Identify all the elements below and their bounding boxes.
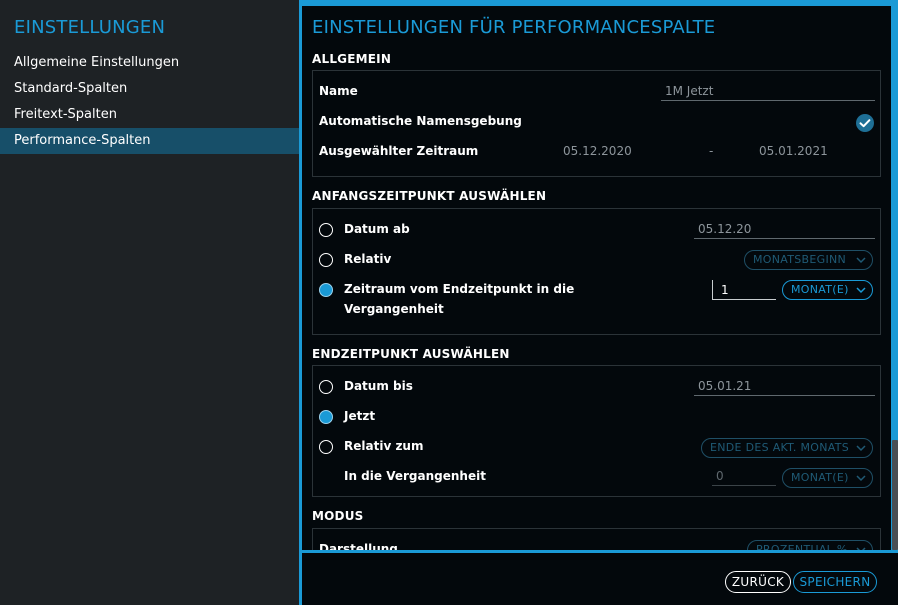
sidebar-item-allgemeine-einstellungen[interactable]: Allgemeine Einstellungen (0, 50, 299, 76)
selected-range-label: Ausgewählter Zeitraum (319, 144, 479, 158)
save-button[interactable]: SPEICHERN (793, 571, 877, 593)
range-from-value: 05.12.2020 (563, 144, 632, 158)
check-icon (859, 119, 871, 128)
zeitraum-value-input[interactable]: 1 (712, 280, 776, 300)
relativ-label: Relativ (344, 252, 392, 266)
settings-sidebar: EINSTELLUNGEN Allgemeine Einstellungen S… (0, 0, 299, 605)
auto-naming-checkbox[interactable] (856, 114, 874, 132)
relativ-zum-select[interactable]: ENDE DES AKT. MONATS (701, 438, 873, 458)
zeitraum-unit-select[interactable]: MONAT(E) (782, 280, 873, 300)
group-endzeitpunkt: Datum bis 05.01.21 Jetzt Relativ zum END… (312, 365, 881, 497)
chevron-down-icon (856, 257, 866, 264)
radio-jetzt[interactable] (319, 410, 333, 424)
jetzt-label: Jetzt (344, 409, 376, 423)
group-allgemein: Name 1M Jetzt Automatische Namensgebung … (312, 70, 881, 177)
datum-bis-label: Datum bis (344, 379, 413, 393)
radio-zeitraum[interactable] (319, 283, 333, 297)
datum-ab-label: Datum ab (344, 222, 410, 236)
auto-naming-label: Automatische Namensgebung (319, 114, 522, 128)
sidebar-item-freitext-spalten[interactable]: Freitext-Spalten (0, 102, 299, 128)
name-label: Name (319, 84, 358, 98)
radio-relativ[interactable] (319, 253, 333, 267)
zeitraum-unit-value: MONAT(E) (791, 283, 849, 296)
datum-bis-input[interactable]: 05.01.21 (694, 376, 875, 396)
top-accent-bar (302, 0, 898, 6)
sidebar-item-performance-spalten[interactable]: Performance-Spalten (0, 128, 299, 154)
vergangenheit-unit-select[interactable]: MONAT(E) (782, 468, 873, 488)
vergangenheit-label: In die Vergangenheit (344, 469, 486, 483)
relativ-select-value: MONATSBEGINN (753, 253, 847, 266)
relativ-zum-label: Relativ zum (344, 439, 424, 453)
back-button[interactable]: ZURÜCK (725, 571, 791, 593)
section-header-modus: MODUS (312, 509, 364, 523)
zeitraum-label-line2: Vergangenheit (344, 302, 444, 316)
scrollbar-thumb[interactable] (892, 440, 898, 550)
radio-datum-bis[interactable] (319, 380, 333, 394)
section-header-endzeitpunkt: ENDZEITPUNKT AUSWÄHLEN (312, 347, 510, 361)
radio-datum-ab[interactable] (319, 223, 333, 237)
relativ-select[interactable]: MONATSBEGINN (744, 250, 873, 270)
chevron-down-icon (856, 445, 866, 452)
section-header-anfangszeitpunkt: ANFANGSZEITPUNKT AUSWÄHLEN (312, 189, 547, 203)
page-title: EINSTELLUNGEN FÜR PERFORMANCESPALTE (312, 17, 716, 38)
relativ-zum-select-value: ENDE DES AKT. MONATS (710, 441, 850, 454)
chevron-down-icon (856, 287, 866, 294)
sidebar-title: EINSTELLUNGEN (14, 17, 166, 38)
chevron-down-icon (856, 475, 866, 482)
footer-bar: ZURÜCK SPEICHERN (302, 553, 898, 605)
section-header-allgemein: ALLGEMEIN (312, 52, 392, 66)
main-panel: EINSTELLUNGEN FÜR PERFORMANCESPALTE ALLG… (302, 0, 898, 605)
vergangenheit-unit-value: MONAT(E) (791, 471, 849, 484)
name-input[interactable]: 1M Jetzt (661, 81, 875, 101)
datum-ab-input[interactable]: 05.12.20 (694, 219, 875, 239)
sidebar-item-standard-spalten[interactable]: Standard-Spalten (0, 76, 299, 102)
range-to-value: 05.01.2021 (759, 144, 828, 158)
range-separator: - (709, 144, 714, 158)
group-anfangszeitpunkt: Datum ab 05.12.20 Relativ MONATSBEGINN Z… (312, 208, 881, 335)
zeitraum-label-line1: Zeitraum vom Endzeitpunkt in die (344, 282, 575, 296)
vergangenheit-value-input[interactable]: 0 (712, 466, 776, 486)
radio-relativ-zum[interactable] (319, 440, 333, 454)
